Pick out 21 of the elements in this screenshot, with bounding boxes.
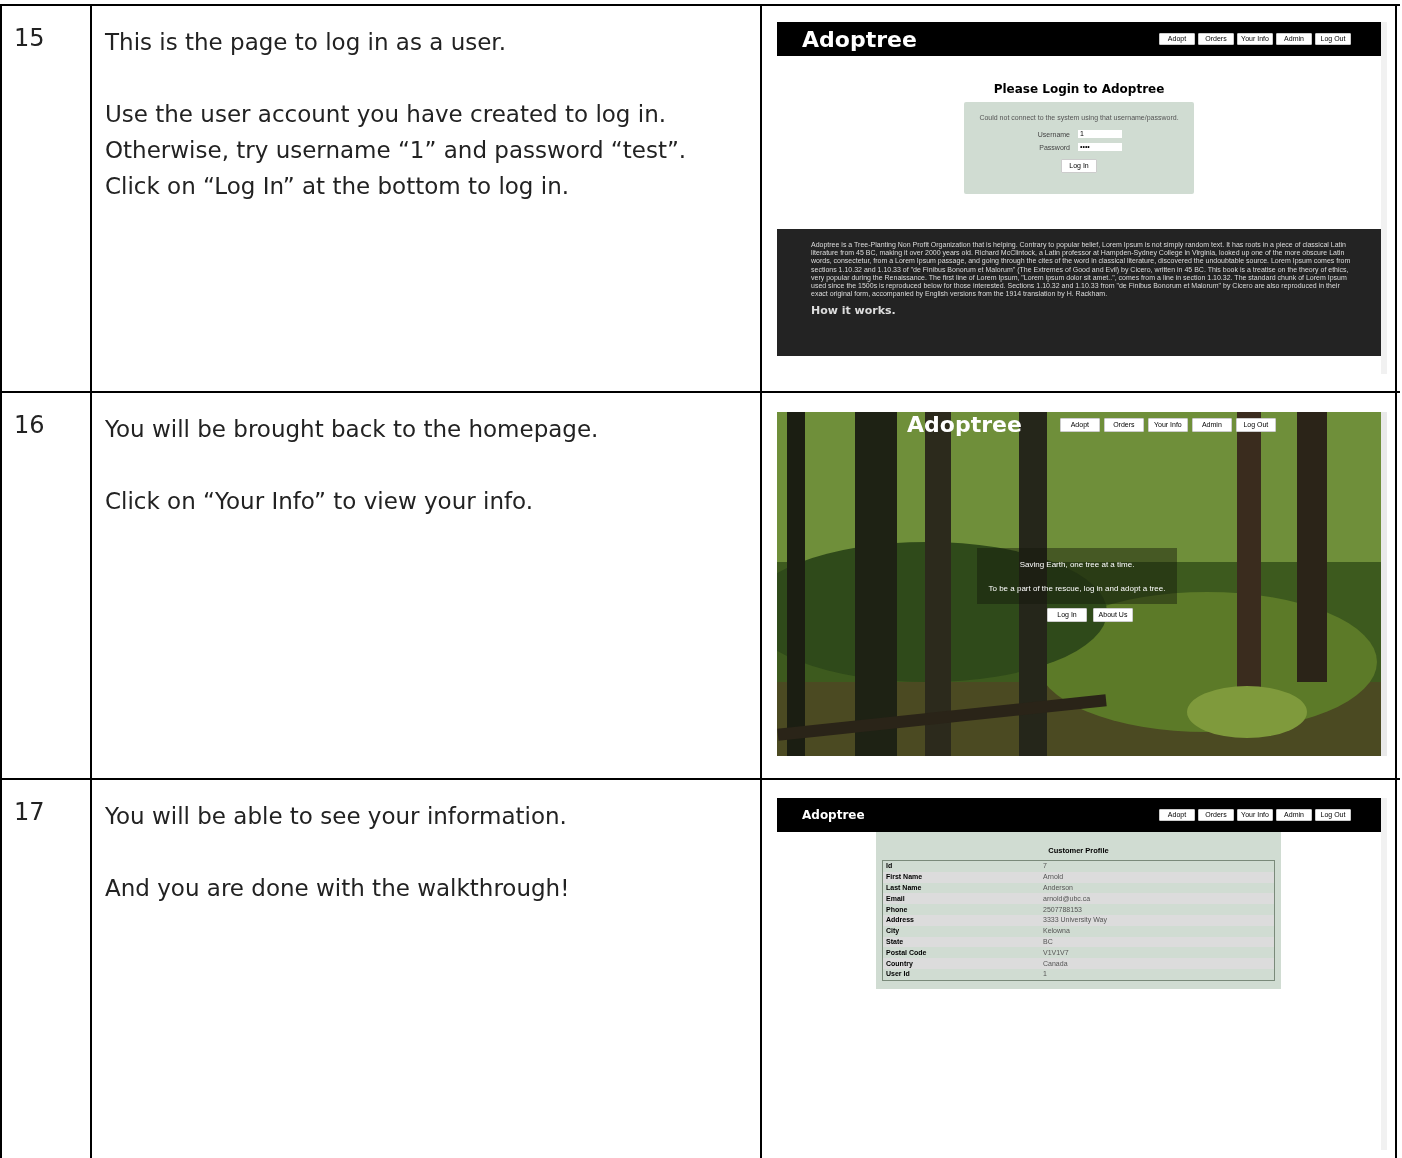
scrollbar[interactable] [1381,412,1387,756]
scrollbar[interactable] [1381,798,1387,1150]
footer-heading: How it works. [811,304,897,318]
step-number: 15 [14,24,45,52]
tagline-text: To be a part of the rescue, log in and adopt a tree. [988,583,1166,593]
tagline-text: Saving Earth, one tree at a time. [1019,559,1135,569]
login-heading: Please Login to Adoptree [993,82,1165,96]
instruction-text: Use the user account you have created to log in. [105,100,668,129]
step-number: 16 [14,411,45,439]
instruction-text: You will be able to see your information. [105,802,568,831]
instruction-text: Otherwise, try username “1” and password “test”. [105,136,688,165]
instruction-text: Click on “Your Info” to view your info. [105,487,535,516]
scrollbar[interactable] [1381,22,1387,374]
instruction-text: Click on “Log In” at the bottom to log in. [105,172,571,201]
instruction-text: You will be brought back to the homepage. [105,415,600,444]
logo-text: Adoptree [802,808,865,822]
instruction-text: This is the page to log in as a user. [105,28,508,57]
logo-text: Adoptree [802,26,917,52]
logo-text: Adoptree [907,412,1022,437]
instruction-text: And you are done with the walkthrough! [105,874,571,903]
step-number: 17 [14,798,45,826]
